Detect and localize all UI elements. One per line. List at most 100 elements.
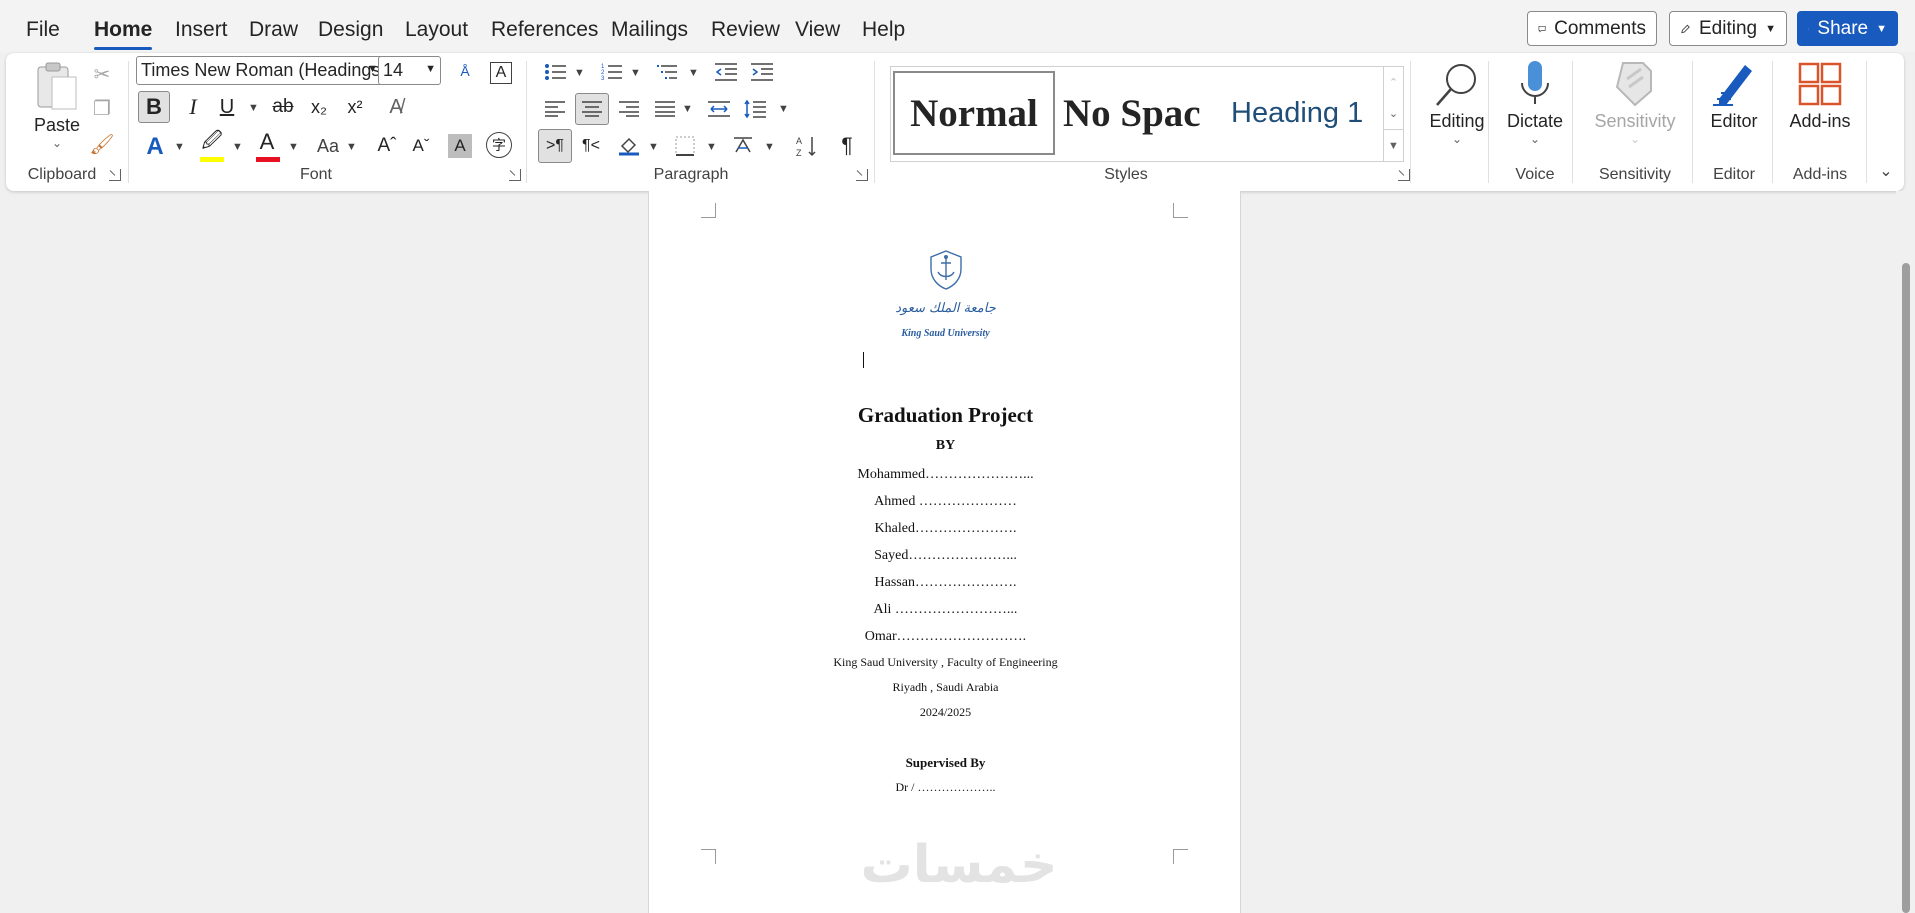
ltr-text-direction-icon[interactable]: >¶ [538, 129, 572, 163]
tab-view[interactable]: View [795, 18, 840, 42]
align-left-icon[interactable] [540, 95, 570, 123]
superscript-button[interactable]: x² [340, 91, 370, 123]
underline-button[interactable]: U [212, 91, 242, 123]
styles-dialog-launcher-icon[interactable] [1398, 169, 1410, 181]
decrease-indent-icon[interactable] [712, 59, 740, 85]
chevron-down-icon[interactable]: ▼ [706, 141, 717, 153]
chevron-down-icon[interactable]: ▼ [630, 67, 641, 79]
chevron-down-icon[interactable]: ▼ [764, 141, 775, 153]
group-separator [1410, 61, 1411, 183]
editing-mode-button[interactable]: Editing ▼ [1669, 11, 1787, 46]
chevron-down-icon[interactable]: ▼ [682, 103, 693, 115]
borders-icon[interactable] [670, 131, 700, 161]
change-case-ab-icon[interactable]: Å [450, 57, 480, 85]
font-name-input[interactable]: Times New Roman (Headings) ▼ [136, 56, 383, 85]
tab-insert[interactable]: Insert [175, 18, 228, 42]
document-page[interactable]: جامعة الملك سعود King Saud University Gr… [648, 191, 1241, 913]
scrollbar-thumb[interactable] [1902, 263, 1910, 913]
tab-draw[interactable]: Draw [249, 18, 298, 42]
sensitivity-button[interactable]: Sensitivity ⌄ [1578, 59, 1692, 146]
chevron-down-icon[interactable]: ▼ [688, 67, 699, 79]
paragraph-dialog-launcher-icon[interactable] [856, 169, 868, 181]
tab-file[interactable]: File [26, 18, 60, 42]
paste-button[interactable]: Paste ⌄ [22, 59, 92, 150]
member-line: Sayed…………………... [874, 548, 1017, 563]
vertical-scrollbar[interactable] [1896, 191, 1915, 913]
comments-button[interactable]: Comments [1527, 11, 1657, 46]
style-no-spacing-label: No Spac [1063, 91, 1201, 135]
font-color-icon[interactable]: A [252, 127, 282, 157]
clipboard-group-label: Clipboard [27, 166, 97, 183]
bullets-icon[interactable] [542, 59, 570, 85]
sort-icon[interactable]: AZ [792, 131, 822, 161]
sensitivity-label-icon [1615, 62, 1652, 107]
chevron-down-icon[interactable]: ▼ [248, 102, 259, 114]
style-no-spacing[interactable]: No Spac [1059, 71, 1221, 155]
chevron-down-icon[interactable]: ▼ [288, 141, 299, 153]
gallery-scroll-down-icon[interactable]: ⌄ [1383, 97, 1403, 129]
shrink-font-icon[interactable]: Aˇ [406, 131, 436, 161]
tab-help[interactable]: Help [862, 18, 905, 42]
line-spacing-icon[interactable] [740, 95, 770, 123]
strikethrough-button[interactable]: ab [268, 91, 298, 123]
align-center-icon[interactable] [575, 93, 609, 125]
voice-group-label: Voice [1515, 166, 1555, 183]
style-normal[interactable]: Normal [893, 71, 1055, 155]
grow-font-icon[interactable]: Aˆ [372, 131, 402, 161]
cut-icon[interactable]: ✂ [88, 61, 116, 87]
share-button[interactable]: Share ▼ [1797, 11, 1898, 46]
chevron-down-icon[interactable]: ▼ [778, 103, 789, 115]
tab-mailings[interactable]: Mailings [611, 18, 688, 42]
bold-button[interactable]: B [138, 91, 170, 123]
editor-button[interactable]: Editor [1696, 59, 1772, 132]
increase-indent-icon[interactable] [748, 59, 776, 85]
chevron-down-icon[interactable]: ▼ [346, 141, 357, 153]
rtl-text-direction-icon[interactable]: ¶< [576, 131, 606, 161]
add-ins-group-label: Add-ins [1792, 166, 1848, 183]
margin-corner-top-left [701, 203, 716, 218]
font-dialog-launcher-icon[interactable] [509, 169, 521, 181]
distributed-icon[interactable] [704, 95, 734, 123]
style-heading-1[interactable]: Heading 1 [1225, 71, 1387, 155]
chevron-down-icon[interactable]: ▼ [174, 141, 185, 153]
supervisor-line: Dr / ……………….. [895, 780, 996, 794]
clear-formatting-icon[interactable]: A̸ [380, 91, 412, 123]
multilevel-list-icon[interactable] [654, 59, 682, 85]
format-painter-icon[interactable]: 🖌 [88, 131, 116, 157]
clipboard-dialog-launcher-icon[interactable] [109, 169, 121, 181]
tab-home[interactable]: Home [94, 18, 153, 50]
character-border-icon[interactable]: A [490, 62, 512, 84]
change-case-icon[interactable]: Aa [312, 131, 344, 161]
text-cursor [863, 352, 864, 368]
ribbon-display-options-chevron-icon[interactable]: ⌄ [1874, 161, 1898, 181]
editor-button-label: Editor [1710, 111, 1758, 131]
show-formatting-marks-icon[interactable]: ¶ [832, 131, 862, 161]
gallery-scroll-up-icon[interactable]: ⌃ [1383, 67, 1403, 97]
shading-icon[interactable] [614, 131, 644, 161]
tab-design[interactable]: Design [318, 18, 383, 42]
font-color-swatch [256, 157, 280, 162]
align-right-icon[interactable] [614, 95, 644, 123]
highlighter-icon[interactable]: 🖉 [196, 129, 228, 157]
dictate-button[interactable]: Dictate ⌄ [1498, 59, 1572, 146]
add-ins-button[interactable]: Add-ins [1776, 59, 1864, 132]
editing-button[interactable]: Editing ⌄ [1416, 59, 1498, 146]
tab-references[interactable]: References [491, 18, 598, 42]
numbering-icon[interactable]: 123 [598, 59, 626, 85]
justify-icon[interactable] [650, 95, 680, 123]
italic-button[interactable]: I [178, 91, 208, 123]
text-effects-icon[interactable]: A [140, 131, 170, 163]
tab-layout[interactable]: Layout [405, 18, 468, 42]
copy-icon[interactable]: ❐ [88, 95, 116, 121]
tab-review[interactable]: Review [711, 18, 780, 42]
chevron-down-icon[interactable]: ▼ [574, 67, 585, 79]
asian-layout-icon[interactable] [728, 131, 758, 161]
enclose-characters-icon[interactable]: 字 [486, 132, 512, 158]
paste-label: Paste [33, 115, 81, 135]
subscript-button[interactable]: x₂ [304, 91, 334, 123]
chevron-down-icon[interactable]: ▼ [648, 141, 659, 153]
chevron-down-icon[interactable]: ▼ [232, 141, 243, 153]
gallery-more-icon[interactable]: ▼ [1383, 129, 1403, 161]
font-size-input[interactable]: 14 ▼ [378, 56, 441, 85]
character-shading-icon[interactable]: A [448, 134, 472, 158]
